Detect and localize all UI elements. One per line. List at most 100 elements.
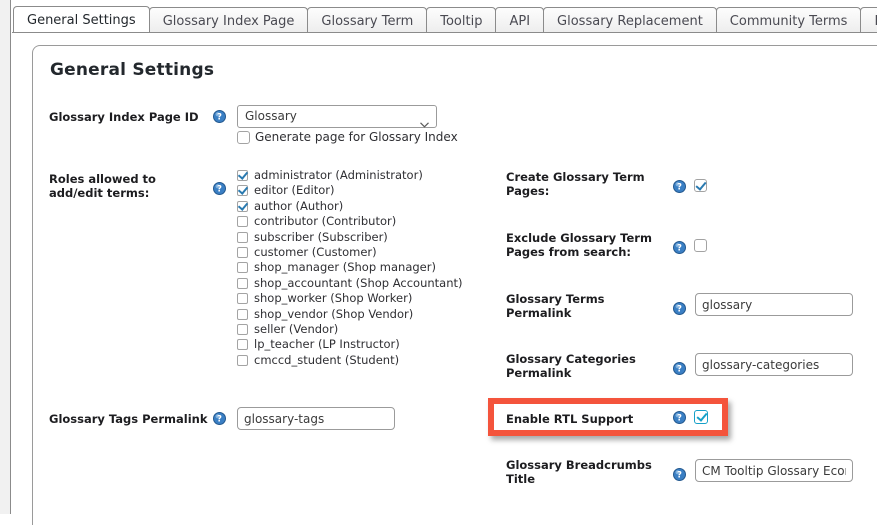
- role-checkbox[interactable]: [237, 216, 248, 228]
- list-item[interactable]: shop_accountant (Shop Accountant): [237, 276, 463, 291]
- tab-glossary-index-page[interactable]: Glossary Index Page: [148, 7, 309, 32]
- role-checkbox[interactable]: [237, 308, 248, 320]
- role-checkbox[interactable]: [237, 339, 248, 351]
- exclude-glossary-term-pages-label: Exclude Glossary Term Pages from search:: [506, 231, 686, 259]
- role-label: contributor (Contributor): [254, 214, 397, 229]
- role-label: seller (Vendor): [254, 321, 339, 336]
- roles-allowed-label: Roles allowed to add/edit terms:: [49, 172, 209, 200]
- page-left-rail: [0, 0, 11, 514]
- role-label: cmccd_student (Student): [254, 352, 400, 367]
- enable-rtl-support-checkbox[interactable]: [694, 410, 708, 424]
- role-label: lp_teacher (LP Instructor): [254, 337, 400, 352]
- tab-general-settings[interactable]: General Settings: [13, 6, 150, 32]
- glossary-breadcrumbs-title-label-line2: Title: [506, 472, 536, 486]
- list-item[interactable]: author (Author): [237, 199, 463, 214]
- list-item[interactable]: seller (Vendor): [237, 322, 463, 337]
- role-label: author (Author): [254, 198, 344, 213]
- create-glossary-term-pages-label: Create Glossary Term Pages:: [506, 170, 676, 198]
- list-item[interactable]: customer (Customer): [237, 245, 463, 260]
- help-icon[interactable]: ?: [673, 302, 686, 315]
- svg-text:?: ?: [217, 415, 222, 425]
- tab-glossary-term[interactable]: Glossary Term: [307, 7, 428, 32]
- glossary-categories-permalink-label: Glossary Categories Permalink: [506, 352, 686, 380]
- role-checkbox[interactable]: [237, 323, 248, 335]
- role-checkbox[interactable]: [237, 354, 248, 366]
- role-label: administrator (Administrator): [254, 168, 423, 182]
- tab-bar: General Settings Glossary Index Page Gloss…: [12, 0, 877, 33]
- list-item[interactable]: contributor (Contributor): [237, 214, 463, 229]
- generate-index-page-row[interactable]: Generate page for Glossary Index: [237, 130, 458, 145]
- exclude-glossary-term-pages-checkbox[interactable]: [694, 239, 707, 252]
- svg-text:?: ?: [677, 305, 682, 315]
- role-checkbox[interactable]: [237, 231, 248, 243]
- list-item[interactable]: lp_teacher (LP Instructor): [237, 337, 463, 352]
- create-glossary-term-pages-label-line1: Create Glossary Term: [506, 170, 645, 184]
- list-item[interactable]: administrator (Administrator): [237, 168, 463, 183]
- role-label: editor (Editor): [254, 183, 335, 198]
- list-item[interactable]: cmccd_student (Student): [237, 353, 463, 368]
- role-checkbox[interactable]: [237, 246, 248, 258]
- tab-ecommerce[interactable]: Ecommerce: [860, 7, 877, 32]
- glossary-categories-permalink-label-line1: Glossary Categories: [506, 352, 636, 366]
- role-label: subscriber (Subscriber): [254, 229, 388, 244]
- glossary-categories-permalink-input[interactable]: [695, 353, 853, 376]
- svg-text:?: ?: [677, 244, 682, 254]
- list-item[interactable]: shop_vendor (Shop Vendor): [237, 307, 463, 322]
- help-icon[interactable]: ?: [213, 182, 226, 195]
- glossary-terms-permalink-label-line2: Permalink: [506, 306, 572, 320]
- glossary-breadcrumbs-title-label-line1: Glossary Breadcrumbs: [506, 458, 652, 472]
- role-checkbox[interactable]: [237, 170, 248, 181]
- generate-index-page-checkbox[interactable]: [237, 131, 250, 144]
- glossary-terms-permalink-label-line1: Glossary Terms: [506, 292, 605, 306]
- glossary-index-page-select[interactable]: Glossary: [237, 105, 437, 128]
- chevron-down-icon: [420, 114, 429, 128]
- list-item[interactable]: subscriber (Subscriber): [237, 230, 463, 245]
- svg-text:?: ?: [677, 414, 682, 424]
- role-label: shop_vendor (Shop Vendor): [254, 306, 414, 321]
- help-icon[interactable]: ?: [673, 362, 686, 375]
- list-item[interactable]: editor (Editor): [237, 183, 463, 198]
- help-icon[interactable]: ?: [673, 468, 686, 481]
- glossary-terms-permalink-label: Glossary Terms Permalink: [506, 292, 686, 320]
- role-checkbox[interactable]: [237, 293, 248, 305]
- tab-tooltip[interactable]: Tooltip: [426, 7, 497, 32]
- enable-rtl-support-label: Enable RTL Support: [506, 412, 634, 426]
- glossary-breadcrumbs-title-label: Glossary Breadcrumbs Title: [506, 458, 686, 486]
- glossary-terms-permalink-input[interactable]: [695, 293, 853, 316]
- roles-allowed-label-line2: add/edit terms:: [49, 186, 150, 200]
- exclude-glossary-term-pages-label-line2: Pages from search:: [506, 245, 632, 259]
- role-checkbox[interactable]: [237, 262, 248, 274]
- tab-community-terms[interactable]: Community Terms: [715, 7, 862, 32]
- exclude-glossary-term-pages-label-line1: Exclude Glossary Term: [506, 231, 652, 245]
- role-label: shop_worker (Shop Worker): [254, 291, 413, 306]
- help-icon[interactable]: ?: [213, 412, 226, 425]
- settings-page: General Settings Glossary Index Page Gloss…: [0, 0, 877, 525]
- role-checkbox[interactable]: [237, 185, 248, 197]
- glossary-index-page-id-label: Glossary Index Page ID: [49, 110, 199, 124]
- help-icon[interactable]: ?: [213, 110, 226, 123]
- generate-index-page-label: Generate page for Glossary Index: [255, 130, 458, 144]
- role-label: shop_accountant (Shop Accountant): [254, 275, 463, 290]
- help-icon[interactable]: ?: [673, 241, 686, 254]
- svg-text:?: ?: [677, 365, 682, 375]
- svg-text:?: ?: [677, 471, 682, 481]
- glossary-categories-permalink-label-line2: Permalink: [506, 366, 572, 380]
- role-label: customer (Customer): [254, 244, 377, 259]
- glossary-breadcrumbs-title-input[interactable]: [695, 459, 853, 482]
- create-glossary-term-pages-label-line2: Pages:: [506, 184, 550, 198]
- page-title: General Settings: [50, 60, 215, 80]
- role-checkbox[interactable]: [237, 277, 248, 289]
- svg-text:?: ?: [217, 113, 222, 123]
- tab-glossary-replacement[interactable]: Glossary Replacement: [543, 7, 717, 32]
- list-item[interactable]: shop_worker (Shop Worker): [237, 291, 463, 306]
- role-checkbox[interactable]: [237, 200, 248, 212]
- create-glossary-term-pages-checkbox[interactable]: [694, 179, 707, 192]
- list-item[interactable]: shop_manager (Shop manager): [237, 260, 463, 275]
- role-label: shop_manager (Shop manager): [254, 260, 436, 275]
- glossary-tags-permalink-input[interactable]: [237, 407, 395, 430]
- help-icon[interactable]: ?: [673, 180, 686, 193]
- glossary-tags-permalink-label: Glossary Tags Permalink: [49, 412, 208, 426]
- tab-api[interactable]: API: [495, 7, 545, 32]
- help-icon[interactable]: ?: [673, 411, 686, 424]
- glossary-index-page-select-value: Glossary: [245, 109, 297, 123]
